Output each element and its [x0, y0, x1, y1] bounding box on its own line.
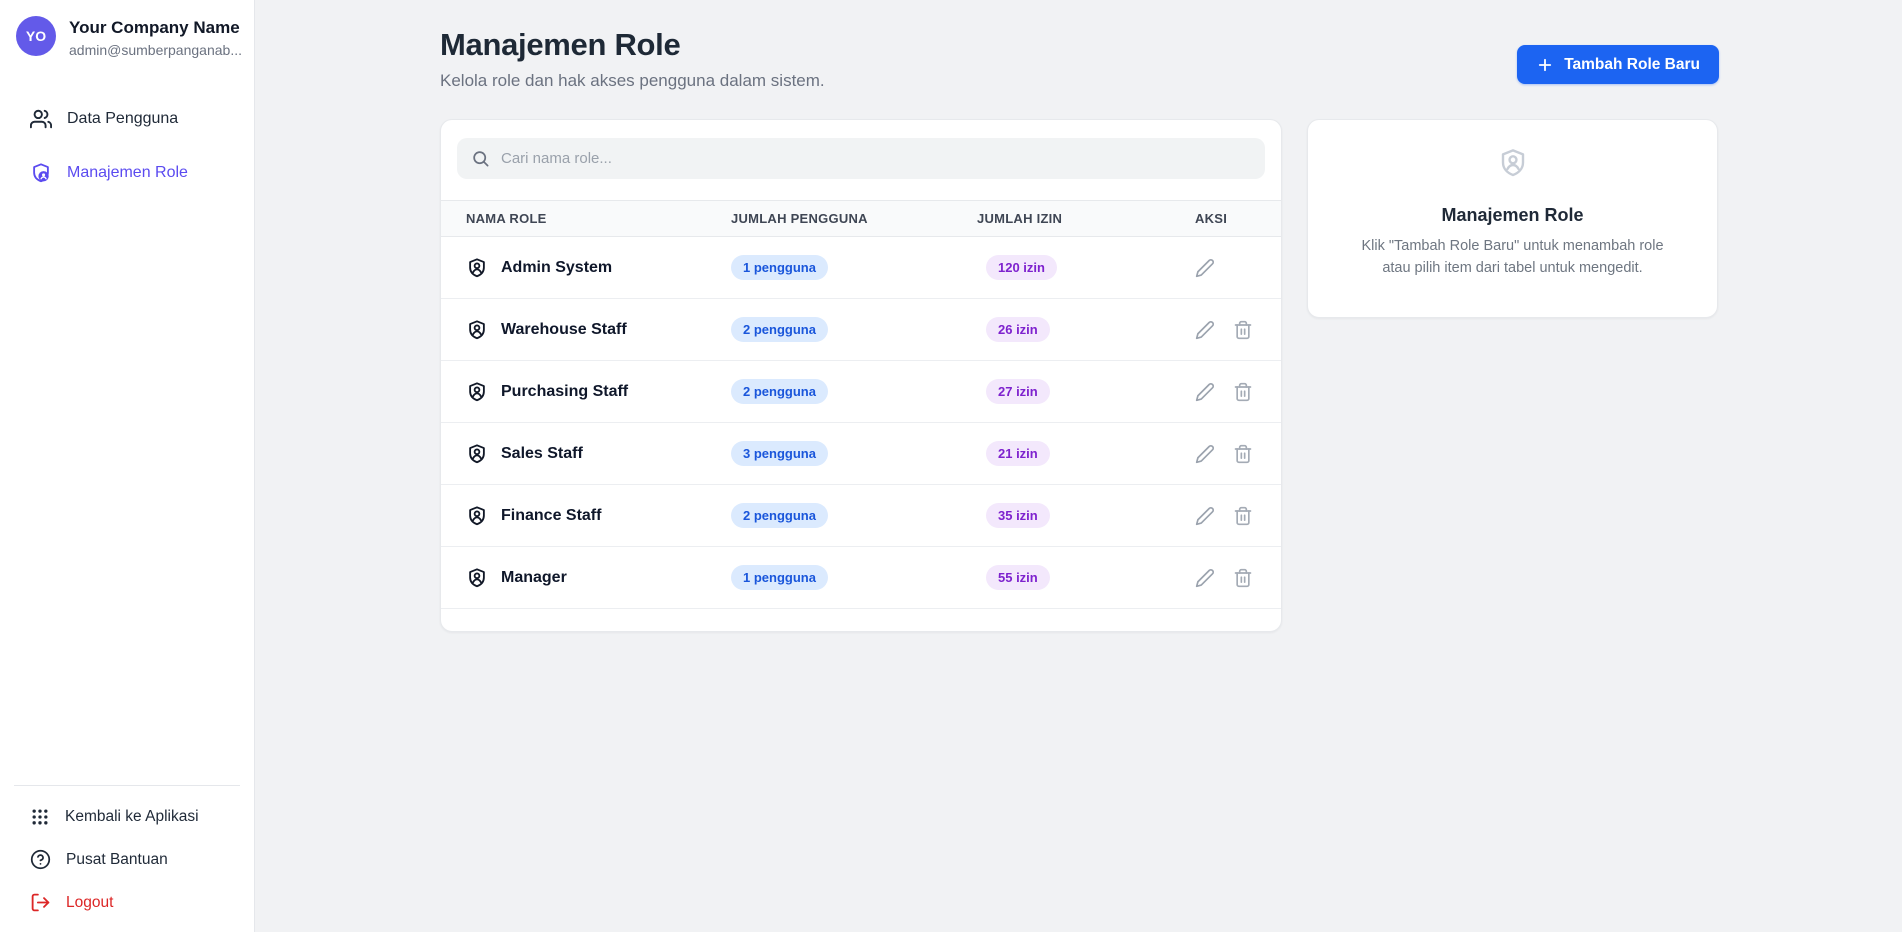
role-name: Manager	[501, 568, 567, 586]
sidebar-item-data-pengguna[interactable]: Data Pengguna	[0, 96, 254, 142]
table-row[interactable]: Warehouse Staff 2 pengguna 26 izin	[441, 299, 1281, 362]
table-header: NAMA ROLE JUMLAH PENGGUNA JUMLAH IZIN AK…	[441, 200, 1281, 238]
shield-user-icon	[466, 443, 488, 465]
column-header-aksi: AKSI	[1195, 211, 1228, 227]
sidebar-item-kembali-ke-aplikasi[interactable]: Kembali ke Aplikasi	[0, 796, 254, 838]
profile-email: admin@sumberpanganab...	[69, 42, 241, 58]
row-actions	[1195, 258, 1281, 278]
table-footer	[441, 609, 1281, 631]
column-header-jumlah-pengguna: JUMLAH PENGGUNA	[731, 211, 868, 227]
role-name-cell: Warehouse Staff	[466, 319, 731, 341]
role-name: Warehouse Staff	[501, 320, 627, 338]
permission-count-badge: 26 izin	[986, 317, 1050, 343]
plus-icon	[1536, 56, 1554, 74]
role-name-cell: Purchasing Staff	[466, 381, 731, 403]
role-name-cell: Finance Staff	[466, 505, 731, 527]
row-actions	[1195, 568, 1281, 588]
shield-user-icon	[466, 381, 488, 403]
role-name: Purchasing Staff	[501, 382, 629, 400]
table-row[interactable]: Manager 1 pengguna 55 izin	[441, 547, 1281, 610]
delete-button[interactable]	[1233, 568, 1253, 588]
edit-button[interactable]	[1195, 444, 1215, 464]
permission-count-badge: 120 izin	[986, 255, 1057, 281]
edit-button[interactable]	[1195, 506, 1215, 526]
user-count-badge: 3 pengguna	[731, 441, 828, 467]
sidebar-item-label: Data Pengguna	[67, 110, 179, 127]
shield-user-icon	[466, 505, 488, 527]
delete-button[interactable]	[1233, 444, 1253, 464]
role-name: Finance Staff	[501, 506, 602, 524]
table-row[interactable]: Finance Staff 2 pengguna 35 izin	[441, 485, 1281, 548]
sidebar-item-pusat-bantuan[interactable]: Pusat Bantuan	[0, 838, 254, 881]
row-actions	[1195, 382, 1281, 402]
role-name-cell: Manager	[466, 567, 731, 589]
profile-text: Your Company Name admin@sumberpanganab..…	[69, 16, 241, 58]
permission-count-badge: 27 izin	[986, 379, 1050, 405]
edit-button[interactable]	[1195, 258, 1215, 278]
table-body: Admin System 1 pengguna 120 izin Warehou…	[441, 237, 1281, 610]
shield-user-icon	[466, 257, 488, 279]
delete-button[interactable]	[1233, 382, 1253, 402]
edit-button[interactable]	[1195, 568, 1215, 588]
help-icon	[30, 849, 51, 870]
search-input[interactable]	[457, 138, 1265, 180]
logout-icon	[30, 892, 51, 913]
role-name: Sales Staff	[501, 444, 583, 462]
grid-icon	[30, 807, 50, 827]
page-header: Manajemen Role Kelola role dan hak akses…	[440, 26, 1719, 92]
role-name-cell: Admin System	[466, 257, 731, 279]
delete-button[interactable]	[1233, 506, 1253, 526]
shield-user-icon	[466, 319, 488, 341]
info-panel: Manajemen Role Klik "Tambah Role Baru" u…	[1307, 119, 1718, 319]
user-count-badge: 1 pengguna	[731, 565, 828, 591]
sidebar-item-logout[interactable]: Logout	[0, 881, 254, 924]
sidebar-item-label: Manajemen Role	[67, 164, 188, 181]
shield-user-icon	[30, 162, 52, 184]
main-content: Manajemen Role Kelola role dan hak akses…	[255, 0, 1902, 932]
edit-button[interactable]	[1195, 320, 1215, 340]
sidebar-item-manajemen-role[interactable]: Manajemen Role	[0, 150, 254, 196]
sidebar-item-label: Kembali ke Aplikasi	[65, 808, 199, 825]
role-name: Admin System	[501, 258, 613, 276]
avatar: YO	[16, 16, 56, 56]
info-panel-title: Manajemen Role	[1441, 205, 1584, 226]
sidebar-footer: Kembali ke Aplikasi Pusat Bantuan Logout	[0, 785, 254, 924]
row-actions	[1195, 320, 1281, 340]
table-row[interactable]: Admin System 1 pengguna 120 izin	[441, 237, 1281, 300]
sidebar-nav: Data Pengguna Manajemen Role	[0, 96, 254, 196]
sidebar: YO Your Company Name admin@sumberpangana…	[0, 0, 255, 932]
sidebar-item-label: Logout	[66, 893, 114, 911]
add-role-button-label: Tambah Role Baru	[1564, 55, 1700, 73]
user-count-badge: 2 pengguna	[731, 317, 828, 343]
sidebar-item-label: Pusat Bantuan	[66, 850, 168, 868]
delete-button[interactable]	[1233, 320, 1253, 340]
permission-count-badge: 35 izin	[986, 503, 1050, 529]
row-actions	[1195, 506, 1281, 526]
column-header-jumlah-izin: JUMLAH IZIN	[977, 211, 1063, 227]
search-box	[457, 138, 1265, 180]
user-count-badge: 1 pengguna	[731, 255, 828, 281]
user-count-badge: 2 pengguna	[731, 379, 828, 405]
column-header-nama-role: NAMA ROLE	[466, 211, 547, 227]
sidebar-divider	[14, 785, 240, 786]
table-row[interactable]: Purchasing Staff 2 pengguna 27 izin	[441, 361, 1281, 424]
edit-button[interactable]	[1195, 382, 1215, 402]
user-count-badge: 2 pengguna	[731, 503, 828, 529]
role-name-cell: Sales Staff	[466, 443, 731, 465]
add-role-button[interactable]: Tambah Role Baru	[1517, 45, 1719, 84]
row-actions	[1195, 444, 1281, 464]
profile-section: YO Your Company Name admin@sumberpangana…	[0, 0, 254, 58]
info-panel-description: Klik "Tambah Role Baru" untuk menambah r…	[1361, 238, 1664, 277]
permission-count-badge: 55 izin	[986, 565, 1050, 591]
shield-user-icon	[1497, 147, 1529, 179]
users-icon	[30, 108, 52, 130]
permission-count-badge: 21 izin	[986, 441, 1050, 467]
table-row[interactable]: Sales Staff 3 pengguna 21 izin	[441, 423, 1281, 486]
role-table-card: NAMA ROLE JUMLAH PENGGUNA JUMLAH IZIN AK…	[440, 119, 1282, 633]
company-name: Your Company Name	[69, 18, 240, 37]
shield-user-icon	[466, 567, 488, 589]
